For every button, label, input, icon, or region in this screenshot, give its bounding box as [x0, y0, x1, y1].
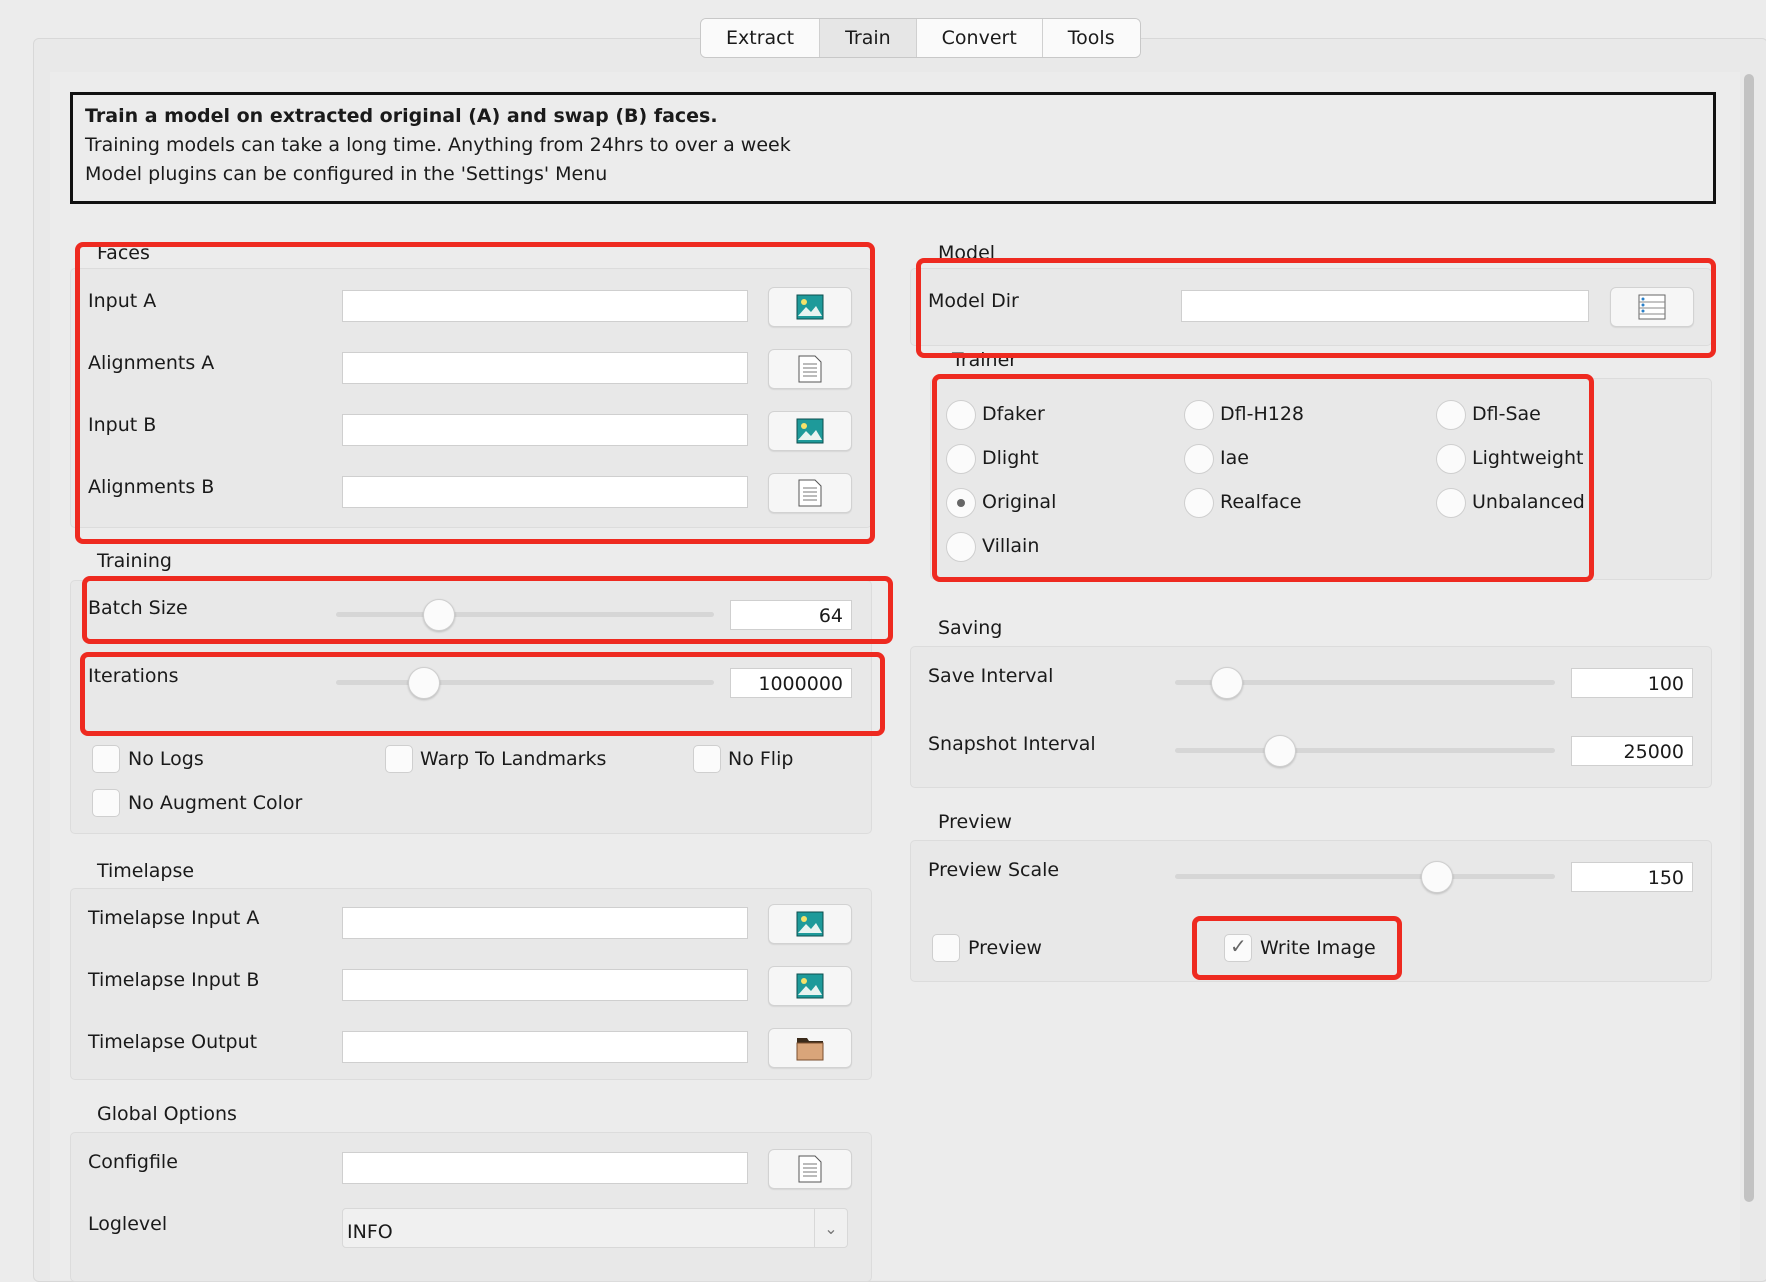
loglevel-select[interactable]: INFO ⌄	[342, 1208, 848, 1248]
timelapse-input-a-label: Timelapse Input A	[88, 907, 260, 929]
document-icon	[798, 1155, 822, 1183]
timelapse-input-b-browse-button[interactable]	[768, 966, 852, 1006]
highlight-write-image	[1192, 916, 1402, 980]
save-interval-slider-thumb[interactable]	[1211, 667, 1243, 699]
highlight-faces	[75, 242, 875, 544]
tab-tools[interactable]: Tools	[1042, 19, 1140, 57]
preview-scale-label: Preview Scale	[928, 859, 1060, 881]
chevron-down-icon[interactable]: ⌄	[814, 1209, 847, 1247]
global-options-title: Global Options	[97, 1103, 237, 1125]
highlight-trainer	[932, 374, 1594, 582]
warp-to-landmarks-checkbox[interactable]	[385, 745, 413, 773]
image-icon	[796, 973, 824, 999]
tab-convert[interactable]: Convert	[916, 19, 1043, 57]
timelapse-title: Timelapse	[97, 860, 195, 882]
no-augment-color-label: No Augment Color	[128, 792, 303, 814]
no-logs-label: No Logs	[128, 748, 204, 770]
tab-extract[interactable]: Extract	[701, 19, 821, 57]
info-title: Train a model on extracted original (A) …	[85, 105, 718, 127]
preview-scale-value[interactable]: 150	[1571, 862, 1693, 892]
image-icon	[796, 911, 824, 937]
warp-to-landmarks-label: Warp To Landmarks	[420, 748, 607, 770]
highlight-batch-size	[82, 576, 893, 644]
snapshot-interval-slider-thumb[interactable]	[1264, 735, 1296, 767]
snapshot-interval-slider-track[interactable]	[1175, 748, 1555, 753]
folder-icon	[796, 1038, 824, 1061]
highlight-model-dir	[916, 258, 1716, 358]
info-line-2: Model plugins can be configured in the '…	[85, 163, 608, 185]
timelapse-output-label: Timelapse Output	[88, 1031, 258, 1053]
configfile-field[interactable]	[342, 1152, 748, 1184]
save-interval-value[interactable]: 100	[1571, 668, 1693, 698]
info-line-1: Training models can take a long time. An…	[85, 134, 791, 156]
no-flip-checkbox[interactable]	[693, 745, 721, 773]
loglevel-label: Loglevel	[88, 1213, 168, 1235]
timelapse-input-b-field[interactable]	[342, 969, 748, 1001]
highlight-iterations	[80, 652, 885, 736]
no-logs-checkbox[interactable]	[92, 745, 120, 773]
timelapse-input-a-field[interactable]	[342, 907, 748, 939]
timelapse-input-a-browse-button[interactable]	[768, 904, 852, 944]
configfile-browse-button[interactable]	[768, 1149, 852, 1189]
timelapse-output-field[interactable]	[342, 1031, 748, 1063]
preview-title: Preview	[938, 811, 1012, 833]
snapshot-interval-value[interactable]: 25000	[1571, 736, 1693, 766]
tab-train[interactable]: Train	[820, 19, 917, 57]
timelapse-output-browse-button[interactable]	[768, 1028, 852, 1068]
no-augment-color-checkbox[interactable]	[92, 789, 120, 817]
training-title: Training	[97, 550, 172, 572]
timelapse-input-b-label: Timelapse Input B	[88, 969, 260, 991]
preview-checkbox[interactable]	[932, 934, 960, 962]
tab-bar: Extract Train Convert Tools	[700, 18, 1141, 58]
saving-title: Saving	[938, 617, 1003, 639]
info-box: Train a model on extracted original (A) …	[70, 92, 1716, 204]
no-flip-label: No Flip	[728, 748, 794, 770]
preview-scale-slider-track[interactable]	[1175, 874, 1555, 879]
configfile-label: Configfile	[88, 1151, 178, 1173]
loglevel-value: INFO	[347, 1221, 393, 1243]
preview-scale-slider-thumb[interactable]	[1421, 861, 1453, 893]
preview-checkbox-label: Preview	[968, 937, 1042, 959]
snapshot-interval-label: Snapshot Interval	[928, 733, 1096, 755]
vertical-scrollbar[interactable]	[1744, 74, 1754, 1202]
save-interval-label: Save Interval	[928, 665, 1054, 687]
